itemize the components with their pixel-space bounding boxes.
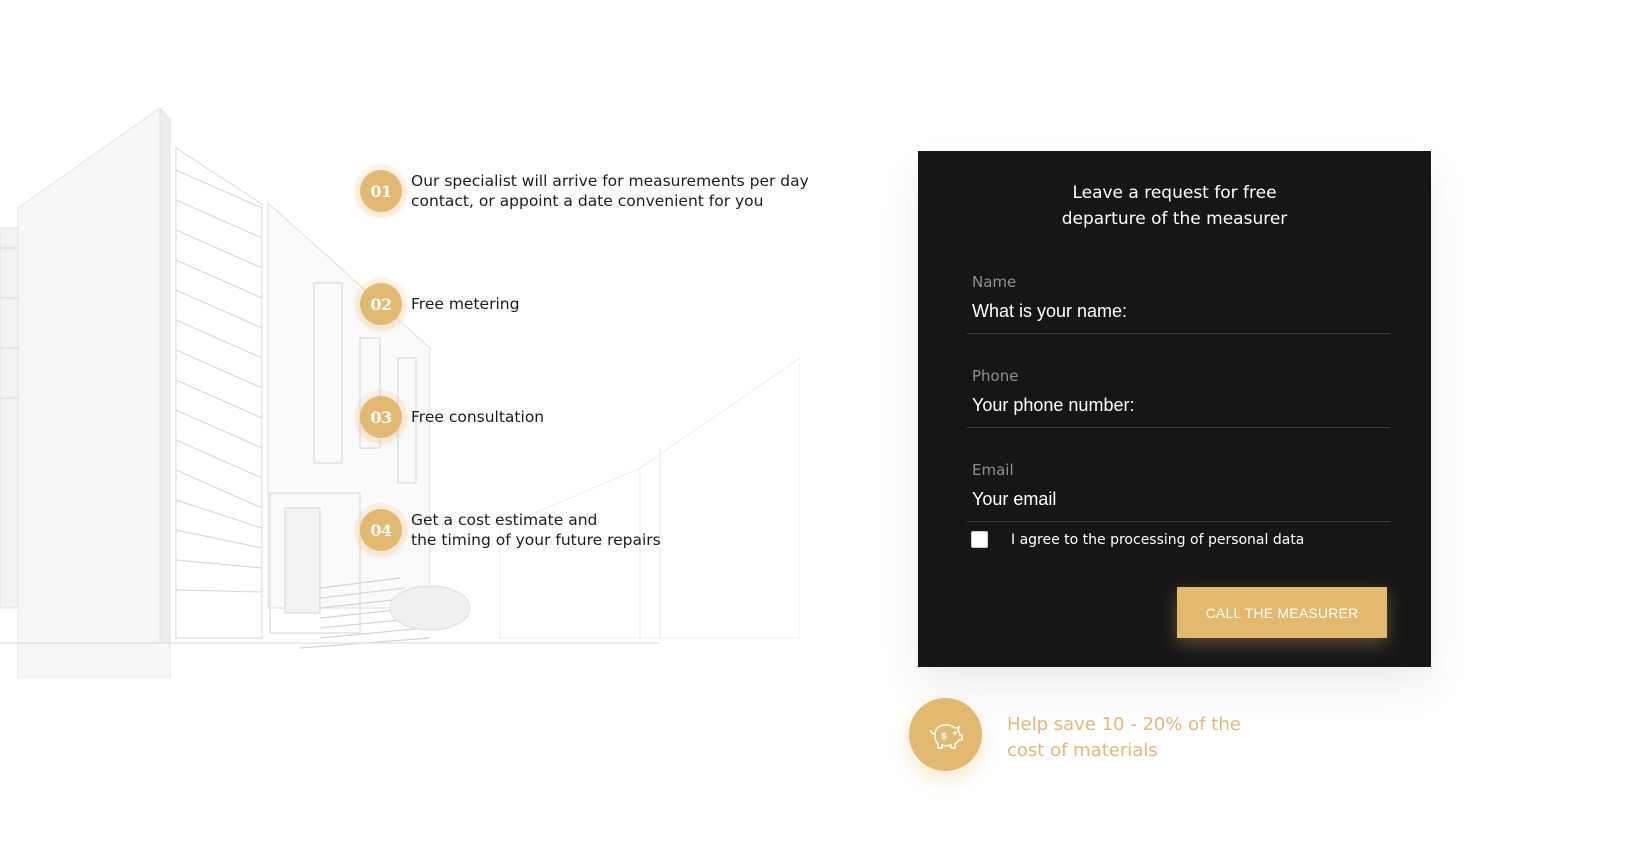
form-title: Leave a request for free departure of th… [918,180,1431,232]
savings-text-line: cost of materials [1007,740,1158,761]
step-text-line: the timing of your future repairs [411,531,661,549]
phone-field: Phone [967,367,1392,428]
email-field: Email [967,461,1392,522]
name-label: Name [972,273,1017,291]
step-number: 02 [360,283,402,325]
step-text: Free metering [411,294,519,314]
step-2: 02 Free metering [360,283,519,325]
step-number: 03 [360,396,402,438]
email-label: Email [972,461,1014,479]
call-measurer-button[interactable]: CALL THE MEASURER [1177,587,1387,638]
savings-text-line: Help save 10 - 20% of the [1007,714,1241,735]
consent-checkbox[interactable] [971,531,988,548]
step-text-line: Our specialist will arrive for measureme… [411,172,809,190]
step-number: 04 [360,509,402,551]
savings-text: Help save 10 - 20% of the cost of materi… [1007,712,1241,764]
step-text: Get a cost estimate and the timing of yo… [411,510,661,550]
step-text-line: Free metering [411,295,520,313]
step-4: 04 Get a cost estimate and the timing of… [360,509,661,551]
phone-input[interactable] [967,391,1392,419]
step-text-line: Free consultation [411,408,545,426]
piggy-bank-icon: $ [909,698,982,771]
step-text-line: contact, or appoint a date convenient fo… [411,192,764,210]
step-number: 01 [360,170,402,212]
step-text-line: Get a cost estimate and [411,511,598,529]
form-title-line: departure of the measurer [1061,209,1288,229]
step-text: Our specialist will arrive for measureme… [411,171,809,211]
name-field: Name [967,273,1392,334]
step-1: 01 Our specialist will arrive for measur… [360,170,809,212]
step-text: Free consultation [411,407,544,427]
consent-label: I agree to the processing of personal da… [1011,531,1305,548]
request-form: Leave a request for free departure of th… [918,151,1431,667]
consent-row: I agree to the processing of personal da… [971,531,1304,548]
name-input[interactable] [967,297,1392,325]
form-title-line: Leave a request for free [1072,183,1277,203]
svg-text:$: $ [940,732,946,742]
phone-label: Phone [972,367,1019,385]
email-input[interactable] [967,485,1392,513]
step-3: 03 Free consultation [360,396,544,438]
